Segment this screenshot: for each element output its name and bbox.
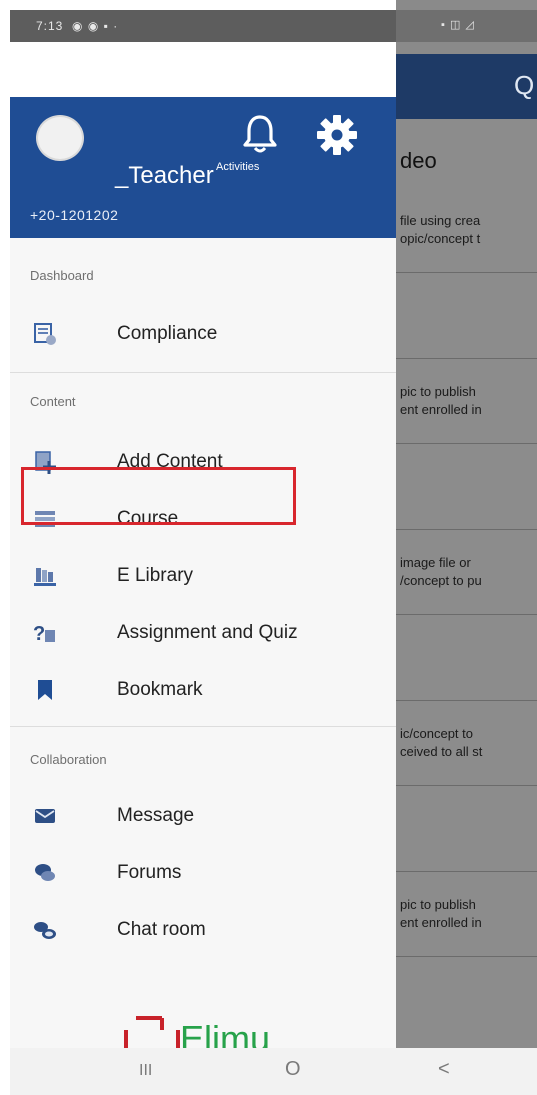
menu-item-message[interactable]: Message	[20, 791, 396, 841]
background-divider	[396, 272, 537, 273]
section-divider	[10, 372, 396, 373]
background-text-line: file using crea	[400, 213, 481, 228]
section-title-collaboration: Collaboration	[30, 752, 107, 767]
menu-label: E Library	[117, 565, 194, 586]
library-icon	[34, 568, 56, 586]
background-divider	[396, 529, 537, 530]
background-text-line: pic to publish	[400, 384, 476, 399]
menu-item-compliance[interactable]: Compliance	[20, 309, 396, 359]
bookmark-icon	[38, 680, 52, 700]
navigation-drawer: _Teacher Activities +20-1201202 Dashboar…	[10, 42, 396, 1082]
activities-label: Activities	[216, 161, 260, 173]
background-app-bar: Q	[396, 54, 537, 119]
background-divider	[396, 956, 537, 957]
menu-item-bookmark[interactable]: Bookmark	[20, 665, 396, 715]
home-button[interactable]: O	[285, 1058, 301, 1081]
section-title-content: Content	[30, 394, 76, 409]
background-text-line: ic/concept to	[400, 726, 473, 741]
background-heading: deo	[400, 148, 437, 173]
bell-icon[interactable]	[240, 113, 280, 155]
menu-item-assignment-quiz[interactable]: ? Assignment and Quiz	[20, 608, 396, 658]
menu-item-e-library[interactable]: E Library	[20, 551, 396, 601]
menu-label: Forums	[117, 862, 182, 883]
menu-label: Chat room	[117, 919, 206, 940]
background-status-bar: ▪ ◫ ◿	[396, 10, 537, 42]
assignment-icon: ?	[33, 623, 55, 645]
menu-label: Assignment and Quiz	[117, 622, 298, 643]
background-text-line: image file or	[400, 555, 471, 570]
menu-item-chat-room[interactable]: Chat room	[20, 905, 396, 955]
menu-label: Compliance	[117, 323, 218, 344]
status-bar: 7:13 ◉ ◉ ▪ ·	[10, 10, 396, 42]
user-name: _Teacher	[115, 162, 214, 189]
status-time: 7:13	[36, 19, 64, 33]
background-divider	[396, 358, 537, 359]
menu-item-forums[interactable]: Forums	[20, 848, 396, 898]
drawer-header: _Teacher Activities +20-1201202	[10, 97, 396, 238]
menu-label: Message	[117, 805, 195, 826]
system-navigation-bar: III O <	[10, 1048, 537, 1095]
avatar[interactable]	[36, 115, 84, 161]
section-divider	[10, 726, 396, 727]
compliance-icon	[34, 323, 56, 345]
background-divider	[396, 871, 537, 872]
background-text-line: ceived to all st	[400, 744, 483, 759]
menu-label: Bookmark	[117, 679, 203, 700]
back-button[interactable]: <	[438, 1058, 450, 1081]
chat-icon	[34, 922, 56, 939]
background-text-line: pic to publish	[400, 897, 476, 912]
section-title-dashboard: Dashboard	[30, 268, 94, 283]
search-icon: Q	[514, 70, 535, 100]
notification-icons: ◉ ◉ ▪ ·	[67, 19, 119, 33]
background-text-line: ent enrolled in	[400, 402, 482, 417]
drawer-top-area	[10, 42, 396, 97]
background-divider	[396, 614, 537, 615]
background-text-line: ent enrolled in	[400, 915, 482, 930]
background-divider	[396, 785, 537, 786]
forums-icon	[35, 864, 55, 881]
gear-icon[interactable]	[315, 113, 359, 157]
background-divider	[396, 700, 537, 701]
user-phone: +20-1201202	[30, 207, 119, 223]
svg-text:?: ?	[33, 623, 45, 645]
recents-button[interactable]: III	[139, 1062, 152, 1080]
background-text-line: /concept to pu	[400, 573, 482, 588]
highlight-annotation	[21, 467, 296, 525]
background-app: ▪ ◫ ◿ Q deo file using crea opic/concept…	[396, 0, 537, 1048]
background-divider	[396, 443, 537, 444]
message-icon	[35, 809, 55, 823]
background-text-line: opic/concept t	[400, 231, 481, 246]
